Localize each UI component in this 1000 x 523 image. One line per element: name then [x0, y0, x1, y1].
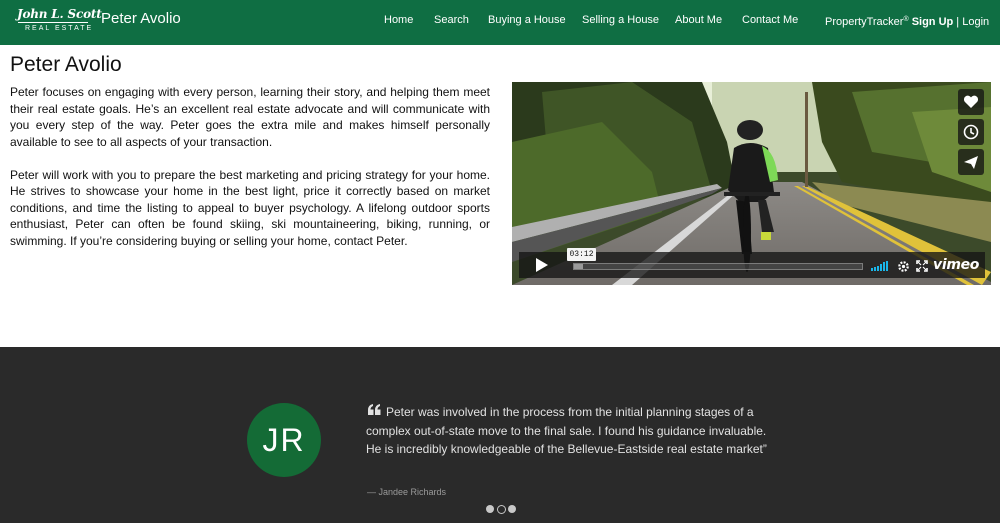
property-tracker-account: PropertyTracker® Sign Up | Login: [825, 13, 989, 29]
agent-bio: Peter focuses on engaging with every per…: [10, 84, 490, 249]
share-button[interactable]: [958, 149, 984, 175]
nav-link-about-me[interactable]: About Me: [675, 13, 722, 27]
logo-subtitle: REAL ESTATE: [25, 25, 94, 32]
bio-paragraph-2: Peter will work with you to prepare the …: [10, 167, 490, 248]
watch-later-button[interactable]: [958, 119, 984, 145]
nav-link-selling-a-house[interactable]: Selling a House: [582, 13, 659, 27]
video-timestamp: 03:12: [567, 248, 596, 261]
like-button[interactable]: [958, 89, 984, 115]
logo-wordmark: John L. Scott: [17, 7, 102, 21]
carousel-dot[interactable]: [486, 505, 494, 513]
carousel-dot[interactable]: [508, 505, 516, 513]
send-icon: [964, 155, 978, 169]
nav-link-search[interactable]: Search: [434, 13, 469, 27]
nav-link-buying-a-house[interactable]: Buying a House: [488, 13, 566, 27]
account-separator: |: [953, 16, 963, 28]
top-navigation: John L. Scott REAL ESTATE Peter Avolio H…: [0, 0, 1000, 45]
john-l-scott-logo[interactable]: John L. Scott REAL ESTATE: [17, 7, 102, 34]
vimeo-logo[interactable]: vimeo: [933, 257, 979, 273]
testimonial-avatar: JR: [247, 403, 321, 477]
logo-rule: [18, 22, 88, 23]
play-button[interactable]: [521, 253, 563, 277]
sign-up-link[interactable]: Sign Up: [912, 16, 954, 28]
video-progress-fill: [574, 264, 583, 269]
settings-icon[interactable]: [897, 260, 910, 273]
volume-icon[interactable]: [871, 261, 889, 271]
agent-brand-name[interactable]: Peter Avolio: [101, 10, 181, 28]
testimonial-quote: Peter was involved in the process from t…: [366, 403, 782, 459]
heart-icon: [963, 95, 979, 108]
nav-link-home[interactable]: Home: [384, 13, 413, 27]
fullscreen-icon[interactable]: [916, 260, 928, 272]
play-icon: [536, 258, 548, 272]
nav-link-contact-me[interactable]: Contact Me: [742, 13, 798, 27]
page-title: Peter Avolio: [10, 53, 122, 76]
bio-paragraph-1: Peter focuses on engaging with every per…: [10, 85, 490, 149]
login-link[interactable]: Login: [962, 16, 989, 28]
clock-icon: [963, 124, 979, 140]
testimonial-author: — Jandee Richards: [367, 487, 447, 497]
property-tracker-label: PropertyTracker: [825, 16, 904, 28]
registered-mark: ®: [903, 16, 909, 23]
testimonial-quote-text: Peter was involved in the process from t…: [366, 405, 767, 456]
carousel-dot[interactable]: [497, 505, 506, 514]
video-progress-track[interactable]: [573, 263, 863, 270]
